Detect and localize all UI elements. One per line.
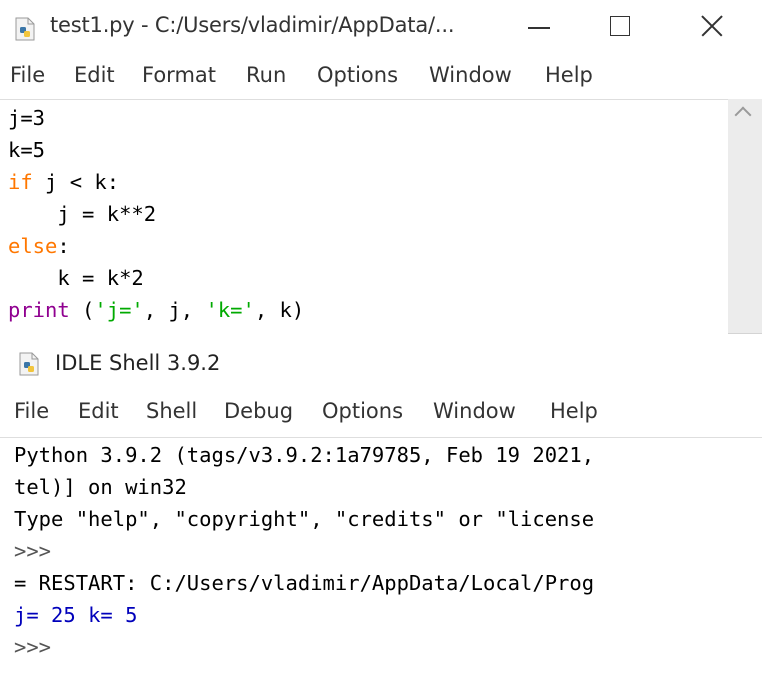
editor-window-title: test1.py - C:/Users/vladimir/AppData/... — [50, 13, 455, 37]
editor-titlebar[interactable]: test1.py - C:/Users/vladimir/AppData/... — [0, 0, 762, 56]
keyword-else: else — [8, 234, 58, 258]
python-file-icon — [19, 352, 39, 376]
shell-window: IDLE Shell 3.9.2 File Edit Shell Debug O… — [0, 334, 762, 685]
menu-help[interactable]: Help — [550, 399, 598, 423]
shell-output[interactable]: Python 3.9.2 (tags/v3.9.2:1a79785, Feb 1… — [0, 437, 762, 685]
menu-edit[interactable]: Edit — [78, 399, 119, 423]
shell-menubar: File Edit Shell Debug Options Window Hel… — [0, 392, 762, 432]
menu-shell[interactable]: Shell — [146, 399, 197, 423]
menu-options[interactable]: Options — [317, 63, 398, 87]
menu-file[interactable]: File — [14, 399, 49, 423]
close-icon[interactable] — [690, 10, 730, 44]
minimize-icon[interactable] — [520, 10, 560, 44]
menu-edit[interactable]: Edit — [74, 63, 115, 87]
code-editor[interactable]: j=3 k=5 if j < k: j = k**2 else: k = k*2… — [0, 99, 728, 334]
shell-window-title: IDLE Shell 3.9.2 — [55, 351, 221, 375]
keyword-if: if — [8, 170, 33, 194]
shell-output-line: j= 25 k= 5 — [14, 603, 137, 627]
output-text: j — [14, 603, 27, 627]
builtin-print: print — [8, 298, 70, 322]
vertical-scrollbar[interactable] — [728, 99, 762, 333]
menu-options[interactable]: Options — [322, 399, 403, 423]
code-text: ( — [69, 298, 95, 322]
shell-titlebar[interactable]: IDLE Shell 3.9.2 — [0, 334, 762, 390]
shell-line: Type "help", "copyright", "credits" or "… — [14, 507, 595, 531]
chevron-up-icon[interactable] — [734, 106, 752, 124]
menu-window[interactable]: Window — [429, 63, 512, 87]
menu-format[interactable]: Format — [142, 63, 216, 87]
output-text: k — [88, 603, 101, 627]
shell-prompt: >>> — [14, 539, 52, 563]
code-text: , k) — [254, 298, 305, 322]
menu-debug[interactable]: Debug — [224, 399, 293, 423]
code-line: else: — [8, 234, 70, 258]
code-line: if j < k: — [8, 170, 119, 194]
python-file-icon — [15, 17, 35, 41]
output-text: = 25 — [26, 603, 89, 627]
code-line: j = k**2 — [8, 202, 157, 226]
code-line: j=3 — [8, 106, 46, 130]
output-text: = 5 — [100, 603, 138, 627]
shell-restart-line: = RESTART: C:/Users/vladimir/AppData/Loc… — [14, 571, 595, 595]
code-text: : — [57, 234, 70, 258]
code-line: print ('j=', j, 'k=', k) — [8, 298, 304, 322]
code-line: k = k*2 — [8, 266, 144, 290]
menu-file[interactable]: File — [10, 63, 45, 87]
code-text: , j, — [143, 298, 206, 322]
menu-run[interactable]: Run — [246, 63, 286, 87]
shell-line: Python 3.9.2 (tags/v3.9.2:1a79785, Feb 1… — [14, 443, 595, 467]
maximize-icon[interactable] — [600, 10, 640, 44]
shell-prompt: >>> — [14, 635, 52, 659]
menu-help[interactable]: Help — [545, 63, 593, 87]
string-literal: 'j=' — [94, 298, 144, 322]
code-text: j < k: — [32, 170, 120, 194]
menu-window[interactable]: Window — [433, 399, 516, 423]
editor-window: test1.py - C:/Users/vladimir/AppData/...… — [0, 0, 762, 334]
code-line: k=5 — [8, 138, 46, 162]
string-literal: 'k=' — [205, 298, 255, 322]
shell-line: tel)] on win32 — [14, 475, 187, 499]
editor-menubar: File Edit Format Run Options Window Help — [0, 56, 762, 96]
